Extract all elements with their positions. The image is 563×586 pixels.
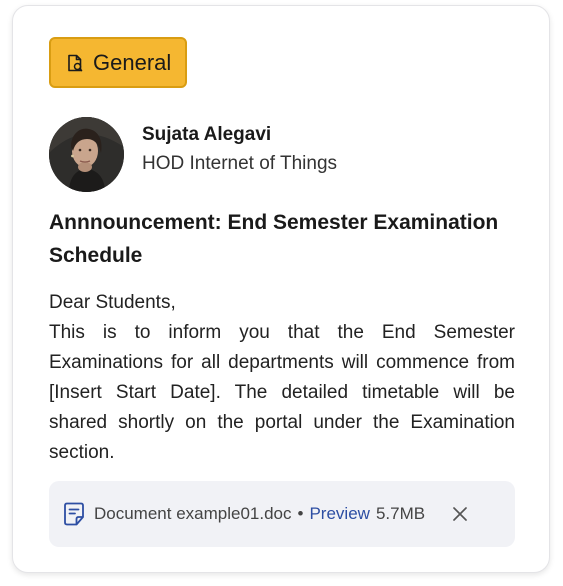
author-info: Sujata Alegavi HOD Internet of Things [49,117,337,192]
author-role: HOD Internet of Things [142,153,338,174]
announcement-paragraph: This is to inform you that the End Semes… [49,322,515,463]
attachment-file-size: 5.7MB [375,504,426,523]
file-document-icon [68,54,83,71]
preview-link[interactable]: Preview [309,504,369,524]
announcement-body: Dear Students, This is to inform you tha… [49,288,515,468]
attachment-file-name: Document example01.doc [94,504,292,523]
announcement-card: General Sujata Alegavi HOD Internet of T… [12,5,550,573]
attachment-row: Document example01.doc • Preview 5.7MB [49,481,515,547]
attachment-separator: • [297,504,304,523]
avatar[interactable] [49,117,124,192]
author-name: Sujata Alegavi [142,124,272,145]
announcement-greeting: Dear Students, [49,292,176,313]
avatar-photo [49,117,124,192]
category-tag-label: General [93,49,172,75]
announcement-title: Annnouncement: End Semester Examination … [49,211,499,267]
document-icon [64,502,84,526]
author-text: Sujata Alegavi HOD Internet of Things [142,123,337,176]
close-icon[interactable] [451,505,469,523]
category-tag-button[interactable]: General [49,37,188,88]
